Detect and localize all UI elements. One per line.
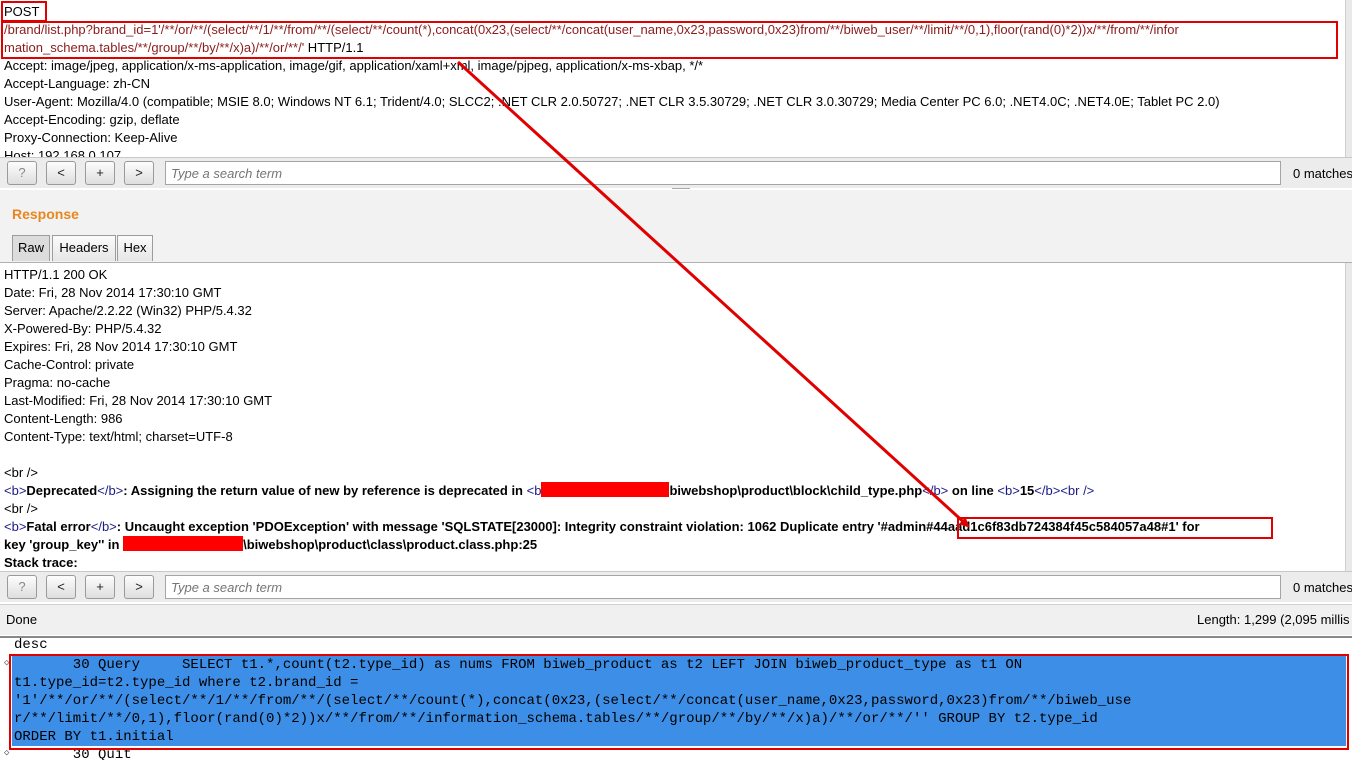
arrow-line [456, 60, 970, 528]
annotation-arrow [456, 60, 970, 528]
